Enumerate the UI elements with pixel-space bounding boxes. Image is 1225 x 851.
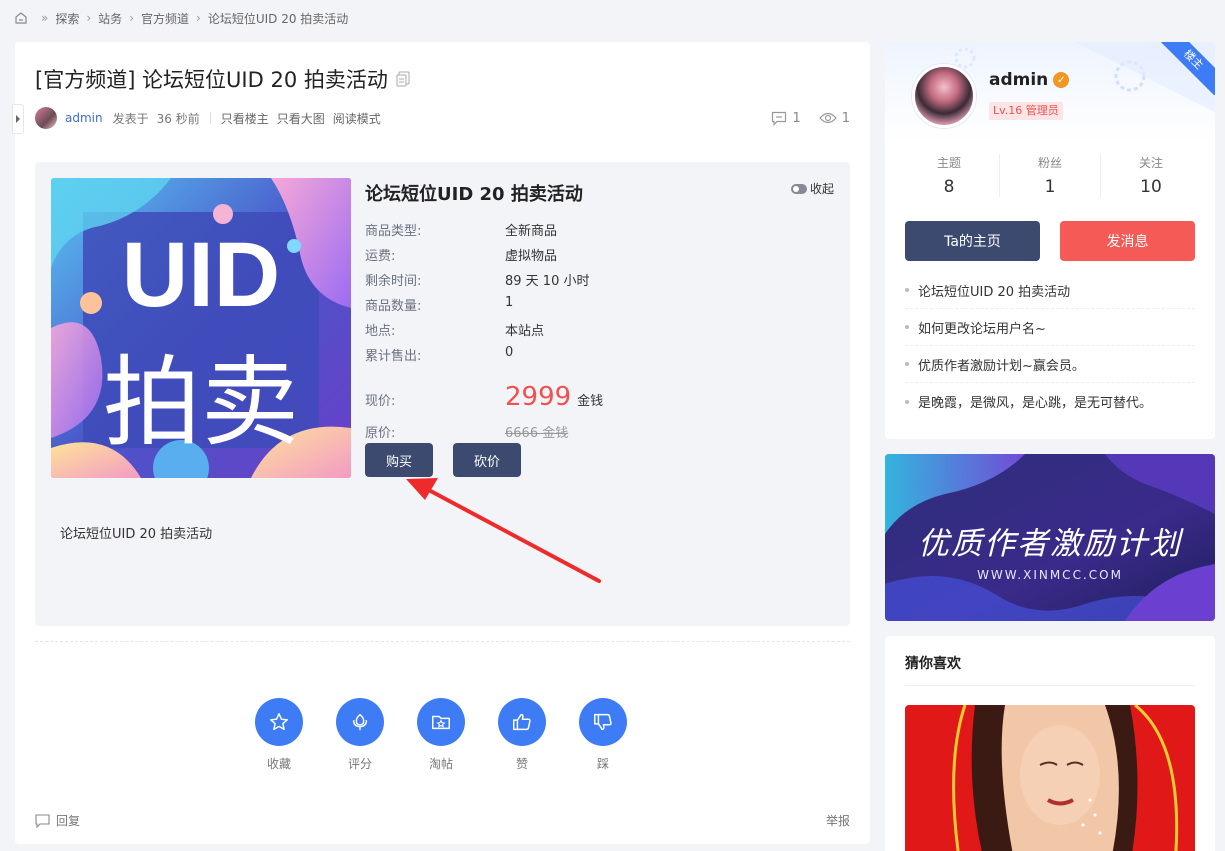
only-op-link[interactable]: 只看楼主 [221, 110, 269, 127]
post-meta: admin 发表于 36 秒前 只看楼主 只看大图 阅读模式 1 1 [35, 106, 850, 130]
buy-button[interactable]: 购买 [365, 443, 433, 477]
only-images-link[interactable]: 只看大图 [277, 110, 325, 127]
profile-stats: 主题 8 粉丝 1 关注 10 [899, 154, 1201, 197]
copy-icon[interactable] [396, 71, 410, 87]
breadcrumb-explore[interactable]: 探索 [55, 10, 79, 27]
author-posts-list: 论坛短位UID 20 拍卖活动 如何更改论坛用户名~ 优质作者激励计划~赢会员。… [905, 272, 1195, 420]
toggle-switch-icon [790, 183, 807, 194]
post-actions: 收藏 评分 淘帖 赞 踩 [255, 698, 660, 772]
caret-right-icon [16, 115, 20, 123]
author-avatar[interactable] [35, 107, 57, 129]
send-message-button[interactable]: 发消息 [1060, 221, 1195, 261]
author-link[interactable]: admin [65, 111, 103, 125]
post-stats: 1 1 [753, 111, 850, 126]
folder-star-icon [432, 715, 450, 730]
author-profile-card: 楼主 admin ✓ Lv.16 管理员 主题 8 粉丝 1 关注 10 Ta的主页 … [885, 42, 1215, 439]
original-price: 原价: 6666 金钱 [365, 426, 569, 441]
recommend-card: 猜你喜欢 [885, 636, 1215, 851]
rate-button[interactable]: 评分 [336, 698, 384, 772]
level-badge: Lv.16 管理员 [989, 102, 1063, 120]
sidebar-toggle[interactable] [12, 104, 24, 134]
thumbs-up-icon [513, 713, 531, 731]
verified-badge-icon: ✓ [1053, 72, 1070, 88]
breadcrumb-site[interactable]: 站务 [98, 10, 122, 27]
flower-icon [352, 713, 368, 731]
collapse-toggle[interactable]: 收起 [790, 180, 834, 197]
eye-icon [818, 112, 837, 124]
item-title: 论坛短位UID 20 拍卖活动 [365, 184, 583, 205]
thumbs-down-icon [594, 713, 612, 731]
bargain-button[interactable]: 砍价 [453, 443, 521, 477]
recommend-image[interactable] [905, 705, 1195, 851]
auction-poster[interactable]: UID 拍卖 [51, 178, 351, 478]
item-description: 论坛短位UID 20 拍卖活动 [60, 527, 213, 542]
dislike-button[interactable]: 踩 [579, 698, 627, 772]
poster-image: UID 拍卖 [51, 178, 351, 478]
list-item[interactable]: 优质作者激励计划~赢会员。 [905, 346, 1195, 383]
stat-fans[interactable]: 粉丝 1 [1000, 154, 1101, 197]
report-link[interactable]: 举报 [826, 812, 850, 829]
collect-thread-button[interactable]: 淘帖 [417, 698, 465, 772]
user-home-button[interactable]: Ta的主页 [905, 221, 1040, 261]
page-title: [官方频道] 论坛短位UID 20 拍卖活动 [35, 64, 410, 94]
stat-threads[interactable]: 主题 8 [899, 154, 1000, 197]
breadcrumb-official-channel[interactable]: 官方频道 [141, 10, 189, 27]
like-button[interactable]: 赞 [498, 698, 546, 772]
posted-time: 36 秒前 [156, 111, 200, 126]
list-item[interactable]: 论坛短位UID 20 拍卖活动 [905, 272, 1195, 309]
spec-row: 运费: 虚拟物品 [365, 249, 558, 264]
spec-row: 累计售出: 0 [365, 345, 514, 364]
comment-count[interactable]: 1 [771, 111, 801, 126]
profile-name: admin ✓ [989, 70, 1070, 90]
current-price: 现价: 2999 金钱 [365, 382, 604, 412]
list-item[interactable]: 是晚霞，是微风，是心跳，是无可替代。 [905, 383, 1195, 420]
list-item[interactable]: 如何更改论坛用户名~ [905, 309, 1195, 346]
reply-button[interactable]: 回复 [35, 812, 80, 829]
stat-following[interactable]: 关注 10 [1101, 154, 1201, 197]
star-icon [270, 713, 288, 731]
view-count: 1 [818, 111, 850, 126]
banner-subtitle: WWW.XINMCC.COM [977, 568, 1123, 582]
post-card: [官方频道] 论坛短位UID 20 拍卖活动 admin 发表于 36 秒前 只… [12, 42, 870, 844]
spec-row: 商品数量: 1 [365, 295, 514, 314]
spec-row: 地点: 本站点 [365, 324, 545, 339]
breadcrumb-current[interactable]: 论坛短位UID 20 拍卖活动 [208, 10, 348, 27]
spec-row: 商品类型: 全新商品 [365, 224, 558, 239]
divider [35, 641, 850, 642]
spec-row: 剩余时间: 89 天 10 小时 [365, 274, 590, 289]
svg-text:拍卖: 拍卖 [103, 346, 299, 460]
reading-mode-link[interactable]: 阅读模式 [333, 110, 381, 127]
favorite-button[interactable]: 收藏 [255, 698, 303, 772]
divider [905, 685, 1195, 686]
svg-text:UID: UID [122, 224, 280, 326]
promo-banner[interactable]: 优质作者激励计划 WWW.XINMCC.COM [885, 454, 1215, 621]
post-title-text: [官方频道] 论坛短位UID 20 拍卖活动 [35, 68, 388, 92]
comment-icon [772, 111, 787, 126]
recommend-title: 猜你喜欢 [905, 656, 961, 672]
auction-box: UID 拍卖 论坛短位UID 20 拍卖活动 收起 商品类型: 全新商品 运费: 虚… [35, 162, 850, 626]
home-icon[interactable] [14, 11, 28, 25]
divider [209, 112, 211, 124]
posted-prefix: 发表于 [112, 111, 149, 126]
breadcrumb-sep: » [41, 11, 49, 25]
banner-title: 优质作者激励计划 [918, 526, 1182, 562]
reply-icon [35, 813, 50, 828]
breadcrumb: » 探索 › 站务 › 官方频道 › 论坛短位UID 20 拍卖活动 [14, 9, 348, 27]
price-value: 2999 [505, 382, 572, 412]
avatar[interactable] [912, 64, 976, 128]
